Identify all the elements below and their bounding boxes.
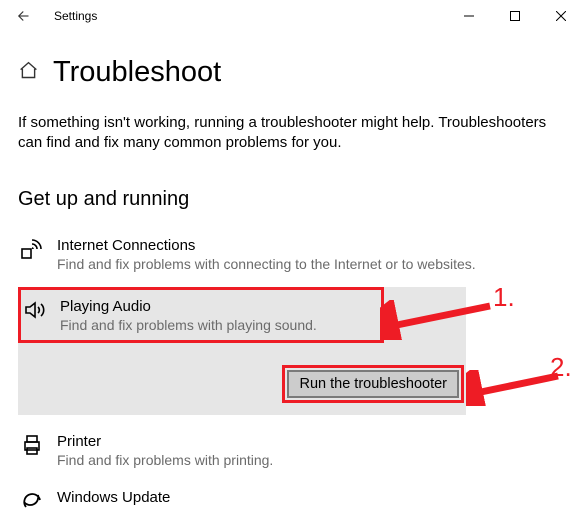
item-text: Playing Audio Find and fix problems with…	[60, 298, 317, 334]
troubleshooter-item-internet[interactable]: Internet Connections Find and fix proble…	[18, 229, 566, 281]
troubleshooter-item-update[interactable]: Windows Update	[18, 481, 566, 521]
speaker-icon	[23, 298, 47, 322]
run-button-row: Run the troubleshooter	[18, 365, 466, 403]
network-icon	[20, 237, 44, 261]
page-header: Troubleshoot	[18, 56, 566, 89]
page-title: Troubleshoot	[53, 56, 221, 89]
refresh-icon	[20, 489, 44, 513]
item-name: Internet Connections	[57, 237, 476, 254]
printer-icon	[20, 433, 44, 457]
maximize-icon	[510, 11, 520, 21]
back-button[interactable]	[0, 0, 48, 32]
section-title: Get up and running	[18, 188, 566, 211]
minimize-button[interactable]	[446, 0, 492, 32]
minimize-icon	[464, 11, 474, 21]
item-desc: Find and fix problems with playing sound…	[60, 316, 317, 334]
titlebar: Settings	[0, 0, 584, 32]
annotation-box-2: Run the troubleshooter	[282, 365, 464, 403]
item-text: Printer Find and fix problems with print…	[57, 433, 273, 469]
window-title: Settings	[54, 9, 97, 23]
item-desc: Find and fix problems with connecting to…	[57, 255, 476, 273]
maximize-button[interactable]	[492, 0, 538, 32]
window-controls	[446, 0, 584, 32]
selected-troubleshooter: Playing Audio Find and fix problems with…	[18, 287, 466, 415]
troubleshooter-item-audio[interactable]: Playing Audio Find and fix problems with…	[21, 290, 381, 340]
item-text: Internet Connections Find and fix proble…	[57, 237, 476, 273]
home-icon	[18, 60, 39, 86]
item-desc: Find and fix problems with printing.	[57, 451, 273, 469]
annotation-box-1: Playing Audio Find and fix problems with…	[18, 287, 384, 343]
troubleshooter-item-printer[interactable]: Printer Find and fix problems with print…	[18, 425, 566, 477]
item-name: Playing Audio	[60, 298, 317, 315]
arrow-left-icon	[15, 7, 33, 25]
run-troubleshooter-button[interactable]: Run the troubleshooter	[287, 370, 459, 398]
item-name: Windows Update	[57, 489, 170, 506]
intro-text: If something isn't working, running a tr…	[18, 113, 566, 154]
close-button[interactable]	[538, 0, 584, 32]
item-name: Printer	[57, 433, 273, 450]
content-area: Troubleshoot If something isn't working,…	[0, 32, 584, 521]
close-icon	[556, 11, 566, 21]
item-text: Windows Update	[57, 489, 170, 506]
